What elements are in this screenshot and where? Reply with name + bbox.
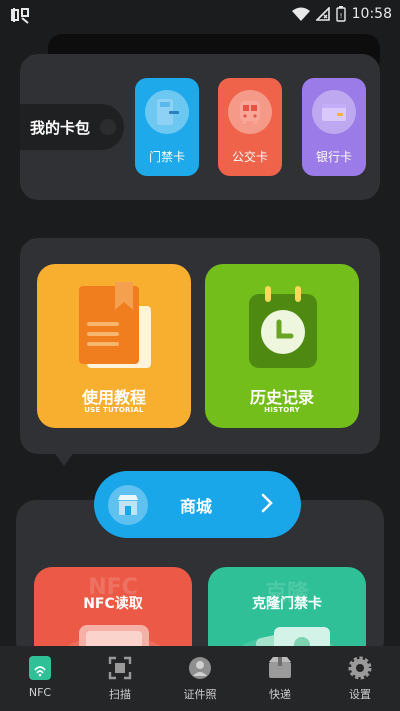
my-cards-label[interactable]: 我的卡包 bbox=[20, 104, 124, 150]
tab-package-label: 快递 bbox=[269, 688, 291, 701]
wifi-icon bbox=[291, 7, 310, 21]
tab-nfc-label: NFC bbox=[28, 686, 52, 699]
tutorial-subtitle: USE TUTORIAL bbox=[84, 406, 144, 414]
bottom-tab-bar: NFC 扫描 证件照 快递 设置 bbox=[0, 646, 400, 711]
tutorial-tile[interactable]: 使用教程 USE TUTORIAL bbox=[37, 264, 191, 428]
bus-card-button[interactable]: 公交卡 bbox=[218, 78, 282, 176]
my-cards-label-text: 我的卡包 bbox=[30, 118, 91, 137]
history-title: 历史记录 bbox=[249, 388, 314, 407]
bus-icon bbox=[228, 90, 272, 134]
bank-card-button[interactable]: 银行卡 bbox=[302, 78, 366, 176]
bank-card-label: 银行卡 bbox=[315, 150, 352, 164]
tab-id-photo-label: 证件照 bbox=[183, 688, 217, 701]
store-icon bbox=[108, 484, 148, 525]
svg-text:!: ! bbox=[339, 12, 342, 20]
shop-label: 商城 bbox=[180, 496, 213, 516]
tab-scan[interactable]: 扫描 bbox=[80, 646, 160, 711]
book-icon bbox=[79, 282, 151, 368]
history-subtitle: HISTORY bbox=[264, 406, 300, 414]
shop-button[interactable]: 商城 bbox=[94, 471, 301, 538]
screen: ! 10:58 我的卡包 门禁卡 公交卡 银行卡 使用教程 USE TUTORI… bbox=[0, 0, 400, 711]
history-tile[interactable]: 历史记录 HISTORY bbox=[205, 264, 359, 428]
no-signal-icon bbox=[315, 7, 330, 21]
dot-icon bbox=[100, 119, 116, 135]
wallet-icon bbox=[312, 90, 356, 134]
status-time: 10:58 bbox=[351, 6, 392, 22]
clone-card-title: 克隆门禁卡 bbox=[252, 596, 322, 612]
nfc-read-title: NFC读取 bbox=[83, 596, 143, 612]
scan-icon bbox=[108, 656, 132, 680]
panel-pointer bbox=[54, 452, 74, 466]
bus-card-label: 公交卡 bbox=[231, 150, 268, 164]
gear-icon bbox=[348, 656, 372, 680]
battery-icon: ! bbox=[335, 6, 346, 22]
tab-id-photo[interactable]: 证件照 bbox=[160, 646, 240, 711]
access-card-label: 门禁卡 bbox=[148, 150, 185, 164]
tab-settings-label: 设置 bbox=[349, 688, 371, 701]
tab-package[interactable]: 快递 bbox=[240, 646, 320, 711]
app-logo-icon bbox=[11, 8, 29, 24]
access-card-icon bbox=[145, 90, 189, 134]
tab-scan-label: 扫描 bbox=[109, 688, 131, 701]
id-photo-icon bbox=[188, 656, 212, 680]
status-bar: ! 10:58 bbox=[0, 0, 400, 30]
chevron-right-icon bbox=[261, 493, 273, 513]
tab-nfc[interactable]: NFC bbox=[0, 646, 80, 711]
tab-settings[interactable]: 设置 bbox=[320, 646, 400, 711]
nfc-icon bbox=[28, 656, 52, 680]
package-icon bbox=[268, 656, 292, 680]
clock-icon bbox=[249, 286, 317, 368]
access-card-button[interactable]: 门禁卡 bbox=[135, 78, 199, 176]
tutorial-title: 使用教程 bbox=[81, 388, 146, 407]
